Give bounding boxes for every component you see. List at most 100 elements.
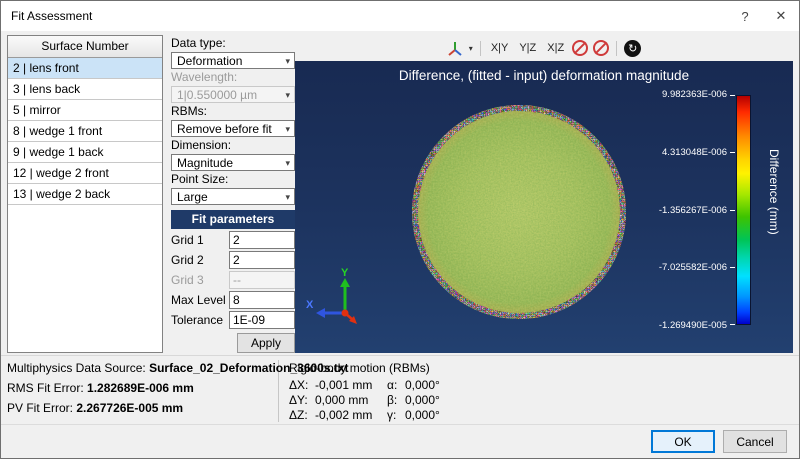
max-level-label: Max Level <box>171 293 229 307</box>
pv-fit-error-label: PV Fit Error: <box>7 401 73 415</box>
tolerance-input[interactable] <box>229 311 295 329</box>
colorbar-labels: 9.982363E-006 4.313048E-006 -1.356267E-0… <box>659 89 727 331</box>
orientation-dropdown-icon[interactable]: ▾ <box>469 44 473 53</box>
chevron-down-icon: ▾ <box>285 192 290 203</box>
ok-button[interactable]: OK <box>651 430 715 453</box>
rbm-dy-value: 0,000 mm <box>315 393 387 407</box>
data-source-label: Multiphysics Data Source: <box>7 361 146 375</box>
rbm-summary: Rigid-body motion (RBMs) ΔX: -0,001 mm α… <box>279 360 457 422</box>
colorbar-tick-label: 4.313048E-006 <box>662 147 727 158</box>
disable-rotate-icon[interactable] <box>572 40 588 56</box>
dimension-value: Magnitude <box>177 156 233 170</box>
grid2-row: Grid 2 <box>171 251 295 269</box>
data-type-value: Deformation <box>177 54 242 68</box>
dialog-footer: OK Cancel <box>1 424 799 458</box>
colorbar-tick-label: -1.356267E-006 <box>659 205 727 216</box>
colorbar-tick-label: -1.269490E-005 <box>659 320 727 331</box>
reset-view-icon[interactable]: ↻ <box>624 40 641 57</box>
colorbar-tick-label: -7.025582E-006 <box>659 262 727 273</box>
rbm-dy-label: ΔY: <box>289 393 315 407</box>
rbm-beta-value: 0,000° <box>405 393 457 407</box>
rbm-gamma-value: 0,000° <box>405 408 457 422</box>
surface-row-lens-front[interactable]: 2 | lens front <box>8 58 162 79</box>
point-size-label: Point Size: <box>171 173 295 186</box>
surface-row-wedge2-front[interactable]: 12 | wedge 2 front <box>8 163 162 184</box>
rbms-value: Remove before fit <box>177 122 272 136</box>
window-title: Fit Assessment <box>1 9 727 23</box>
surface-row-wedge1-front[interactable]: 8 | wedge 1 front <box>8 121 162 142</box>
fit-summary: Multiphysics Data Source: Surface_02_Def… <box>7 360 279 422</box>
surface-row-wedge2-back[interactable]: 13 | wedge 2 back <box>8 184 162 205</box>
chevron-down-icon: ▾ <box>285 56 290 67</box>
rms-fit-error-label: RMS Fit Error: <box>7 381 84 395</box>
point-size-value: Large <box>177 190 208 204</box>
rbm-dx-value: -0,001 mm <box>315 378 387 392</box>
chevron-down-icon: ▾ <box>285 90 290 101</box>
rms-fit-error-value: 1.282689E-006 mm <box>87 381 194 395</box>
wavelength-select: 1|0.550000 µm ▾ <box>171 86 295 103</box>
cancel-button[interactable]: Cancel <box>723 430 787 453</box>
surface-table-header: Surface Number <box>8 36 162 58</box>
help-button[interactable]: ? <box>727 1 763 31</box>
surface-row-wedge1-back[interactable]: 9 | wedge 1 back <box>8 142 162 163</box>
disable-pan-icon[interactable] <box>593 40 609 56</box>
grid2-input[interactable] <box>229 251 295 269</box>
grid1-label: Grid 1 <box>171 233 229 247</box>
colorbar-axis-label: Difference (mm) <box>767 149 781 235</box>
titlebar: Fit Assessment ? ✕ <box>1 1 799 31</box>
grid2-label: Grid 2 <box>171 253 229 267</box>
dimension-label: Dimension: <box>171 139 295 152</box>
colorbar <box>736 95 751 325</box>
surface-row-lens-back[interactable]: 3 | lens back <box>8 79 162 100</box>
deformation-point-cloud <box>410 103 628 321</box>
rbm-alpha-value: 0,000° <box>405 378 457 392</box>
viewer-toolbar: ▾ X|Y Y|Z X|Z ↻ <box>295 35 793 61</box>
apply-button[interactable]: Apply <box>237 333 295 353</box>
rbm-beta-label: β: <box>387 393 405 407</box>
controls-panel: Data type: Deformation ▾ Wavelength: 1|0… <box>171 35 295 353</box>
wavelength-label: Wavelength: <box>171 71 295 84</box>
close-button[interactable]: ✕ <box>763 1 799 31</box>
max-level-row: Max Level <box>171 291 295 309</box>
colorbar-tick-label: 9.982363E-006 <box>662 89 727 100</box>
x-axis-label: X <box>306 299 314 311</box>
rbm-alpha-label: α: <box>387 378 405 392</box>
rbms-select[interactable]: Remove before fit ▾ <box>171 120 295 137</box>
view-xy-button[interactable]: X|Y <box>488 41 512 55</box>
surface-row-mirror[interactable]: 5 | mirror <box>8 100 162 121</box>
main-area: Surface Number 2 | lens front 3 | lens b… <box>1 31 799 355</box>
chevron-down-icon: ▾ <box>285 158 290 169</box>
grid1-input[interactable] <box>229 231 295 249</box>
rbm-gamma-label: γ: <box>387 408 405 422</box>
colorbar-ticks <box>730 95 735 325</box>
view-yz-button[interactable]: Y|Z <box>516 41 539 55</box>
fit-parameters-header: Fit parameters <box>171 210 295 229</box>
point-size-select[interactable]: Large ▾ <box>171 188 295 205</box>
toolbar-separator <box>480 41 481 56</box>
dimension-select[interactable]: Magnitude ▾ <box>171 154 295 171</box>
viewer-panel: ▾ X|Y Y|Z X|Z ↻ Difference, (fitted - in… <box>295 35 793 353</box>
rbm-header: Rigid-body motion (RBMs) <box>289 361 457 375</box>
grid1-row: Grid 1 <box>171 231 295 249</box>
view-xz-button[interactable]: X|Z <box>544 41 567 55</box>
rbms-label: RBMs: <box>171 105 295 118</box>
grid3-row: Grid 3 <box>171 271 295 289</box>
rbm-dz-label: ΔZ: <box>289 408 315 422</box>
grid3-label: Grid 3 <box>171 273 229 287</box>
axis-triad: Y X <box>305 265 361 325</box>
chevron-down-icon: ▾ <box>285 124 290 135</box>
rbm-dx-label: ΔX: <box>289 378 315 392</box>
grid3-input <box>229 271 295 289</box>
plot-canvas[interactable]: Difference, (fitted - input) deformation… <box>295 61 793 353</box>
toolbar-separator <box>616 41 617 56</box>
plot-title: Difference, (fitted - input) deformation… <box>295 68 793 83</box>
fit-assessment-dialog: Fit Assessment ? ✕ Surface Number 2 | le… <box>0 0 800 459</box>
surface-table: Surface Number 2 | lens front 3 | lens b… <box>7 35 163 353</box>
data-type-select[interactable]: Deformation ▾ <box>171 52 295 69</box>
tolerance-row: Tolerance <box>171 311 295 329</box>
wavelength-value: 1|0.550000 µm <box>177 88 257 102</box>
max-level-input[interactable] <box>229 291 295 309</box>
data-type-label: Data type: <box>171 37 295 50</box>
y-axis-label: Y <box>341 267 349 279</box>
view-orientation-icon[interactable] <box>447 41 464 56</box>
